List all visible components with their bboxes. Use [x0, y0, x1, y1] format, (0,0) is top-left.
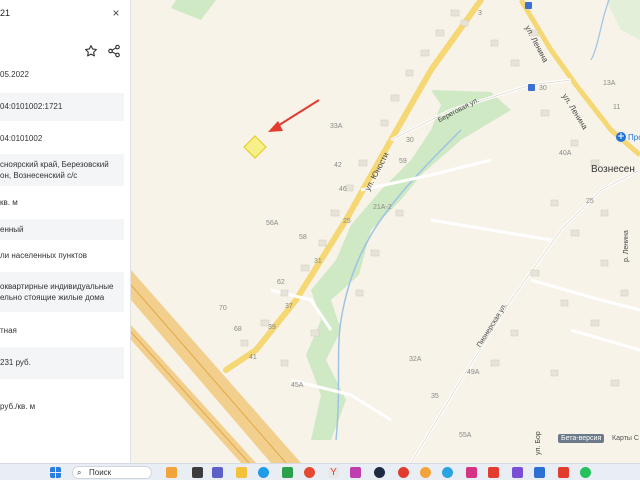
panel-row-specific-value: руб./кв. м	[0, 402, 36, 411]
app-icon[interactable]	[534, 467, 545, 478]
house-number-label: 55А	[459, 432, 472, 439]
yandex-icon[interactable]: Y	[328, 467, 339, 478]
windows-start-icon[interactable]	[50, 467, 61, 478]
panel-row-ownership: тная	[0, 326, 17, 335]
house-number-label: 41	[249, 354, 257, 361]
poi-label[interactable]: Про	[628, 133, 640, 142]
app-icon[interactable]	[374, 467, 385, 478]
panel-row-cadastral-value: 231 руб.	[0, 347, 124, 379]
whatsapp-icon[interactable]	[580, 467, 591, 478]
panel-row-date: 05.2022	[0, 70, 29, 79]
town-label: Вознесен	[591, 164, 635, 175]
panel-row-area: кв. м	[0, 198, 18, 207]
house-number-label: 39	[268, 324, 276, 331]
panel-row-status: енный	[0, 219, 124, 240]
telegram-icon[interactable]	[442, 467, 453, 478]
house-number-label: 59	[399, 158, 407, 165]
app-icon[interactable]	[420, 467, 431, 478]
store-icon[interactable]	[282, 467, 293, 478]
house-number-label: 31	[314, 258, 322, 265]
taskbar-search-label: Поиск	[89, 468, 112, 477]
map-layer	[131, 0, 640, 463]
house-number-label: 35	[431, 393, 439, 400]
house-number-label: 32А	[409, 356, 422, 363]
maps-attribution[interactable]: Карты С	[612, 435, 639, 442]
house-number-label: 62	[277, 279, 285, 286]
close-button[interactable]: ×	[110, 6, 122, 20]
edge-icon[interactable]	[258, 467, 269, 478]
app-icon[interactable]	[558, 467, 569, 478]
panel-row-permitted-use: оквартирные индивидуальные ельно стоящие …	[0, 272, 124, 312]
house-number-label: 45А	[291, 382, 304, 389]
house-number-label: 30	[406, 137, 414, 144]
street-label-r-lenina: р. Ленина	[623, 230, 630, 262]
beta-version-badge: Бета-версия	[558, 434, 605, 443]
windows-taskbar: ⌕ Поиск Y	[0, 463, 640, 480]
panel-row-address: снoярский край, Березовский он, Вознесенс…	[0, 154, 124, 186]
house-number-label: 70	[219, 305, 227, 312]
share-icon[interactable]	[107, 44, 121, 58]
app-icon[interactable]	[512, 467, 523, 478]
map-canvas[interactable]: ул. Юности ул. Ленина ул. Ленина Берегов…	[131, 0, 640, 463]
widgets-icon[interactable]	[166, 467, 177, 478]
search-icon: ⌕	[77, 468, 82, 477]
house-number-label: 40А	[559, 150, 572, 157]
house-number-label: 68	[234, 326, 242, 333]
app-icon[interactable]	[398, 467, 409, 478]
bus-stop-icon[interactable]	[528, 84, 535, 91]
house-number-label: 33А	[330, 123, 343, 130]
panel-row-cadastral-number: 04:0101002:1721	[0, 93, 124, 121]
house-number-label: 56А	[266, 220, 279, 227]
street-label-bottom: ул. Бор	[535, 431, 542, 455]
chrome-icon[interactable]	[304, 467, 315, 478]
app-window: 21 ‹ × 05.2022 04:0101002:1721 04:010100…	[0, 0, 640, 480]
bus-stop-icon[interactable]	[525, 2, 532, 9]
panel-title: 21	[0, 8, 11, 18]
house-number-label: 25	[343, 218, 351, 225]
house-number-label: 30	[539, 85, 547, 92]
task-view-icon[interactable]	[192, 467, 203, 478]
app-icon[interactable]	[488, 467, 499, 478]
house-number-label: 37	[285, 303, 293, 310]
pointer-arrow	[275, 99, 320, 128]
panel-header: 21 ‹ ×	[0, 0, 130, 30]
house-number-label: 3	[478, 10, 482, 17]
house-number-label: 13А	[603, 80, 616, 87]
panel-row-quarter: 04:0101002	[0, 134, 43, 143]
house-number-label: 42	[334, 162, 342, 169]
app-icon[interactable]	[350, 467, 361, 478]
teams-icon[interactable]	[212, 467, 223, 478]
house-number-label: 46	[339, 186, 347, 193]
app-icon[interactable]	[466, 467, 477, 478]
house-number-label: 11	[613, 104, 621, 111]
house-number-label: 58	[299, 234, 307, 241]
house-number-label: 21А-2	[373, 204, 392, 211]
info-panel: 21 ‹ × 05.2022 04:0101002:1721 04:010100…	[0, 0, 131, 463]
star-icon[interactable]	[84, 44, 98, 58]
file-explorer-icon[interactable]	[236, 467, 247, 478]
house-number-label: 25	[586, 198, 594, 205]
panel-row-category: ли населенных пунктов	[0, 251, 87, 260]
house-number-label: 49А	[467, 369, 480, 376]
selected-parcel[interactable]	[243, 135, 267, 159]
taskbar-search-box[interactable]: ⌕ Поиск	[72, 466, 152, 479]
